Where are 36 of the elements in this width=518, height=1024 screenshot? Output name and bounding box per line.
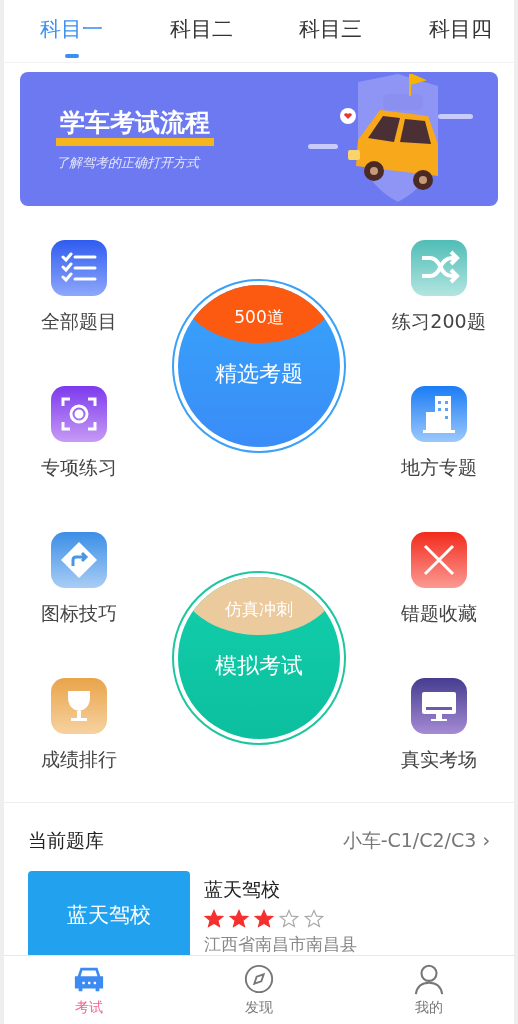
nav-tab[interactable]: 发现 [219, 956, 299, 1024]
cross-icon [411, 532, 467, 588]
shuffle-icon [411, 240, 467, 296]
filled-star-icon [254, 909, 274, 929]
vehicle-type-link[interactable]: 小车-C1/C2/C3 › [342, 828, 490, 854]
subject-tab[interactable]: 科目二 [167, 12, 235, 58]
school-name: 蓝天驾校 [204, 877, 281, 902]
banner-subtitle: 了解驾考的正确打开方式 [56, 154, 202, 172]
school-logo: 蓝天驾校 [28, 871, 190, 955]
person-icon [413, 963, 445, 995]
nav-tab[interactable]: 我的 [389, 956, 469, 1024]
feature-button[interactable]: 成绩排行 [41, 656, 117, 773]
checklist-icon [51, 240, 107, 296]
subject-tab[interactable]: 科目四 [426, 12, 494, 58]
road-sign-icon [51, 532, 107, 588]
subject-tab[interactable]: 科目三 [297, 12, 365, 58]
feature-button[interactable]: 专项练习 [41, 364, 117, 481]
filled-star-icon [229, 909, 249, 929]
monitor-icon [411, 678, 467, 734]
feature-button[interactable]: 全部题目 [41, 218, 117, 335]
feature-button[interactable]: 练习200题 [392, 218, 486, 335]
compass-icon [243, 963, 275, 995]
school-address: 江西省南昌市南昌县 [204, 933, 357, 955]
building-icon [411, 386, 467, 442]
scan-icon [51, 386, 107, 442]
empty-star-icon [304, 909, 324, 929]
filled-star-icon [204, 909, 224, 929]
feature-button[interactable]: 错题收藏 [401, 510, 477, 627]
banner[interactable]: 学车考试流程 了解驾考的正确打开方式 [20, 72, 498, 206]
section-title: 当前题库 [28, 828, 104, 853]
trophy-icon [51, 678, 107, 734]
banner-title: 学车考试流程 [56, 106, 214, 146]
feature-button[interactable]: 图标技巧 [41, 510, 117, 627]
feature-button[interactable]: 地方专题 [401, 364, 477, 481]
empty-star-icon [279, 909, 299, 929]
feature-button[interactable]: 真实考场 [401, 656, 477, 773]
